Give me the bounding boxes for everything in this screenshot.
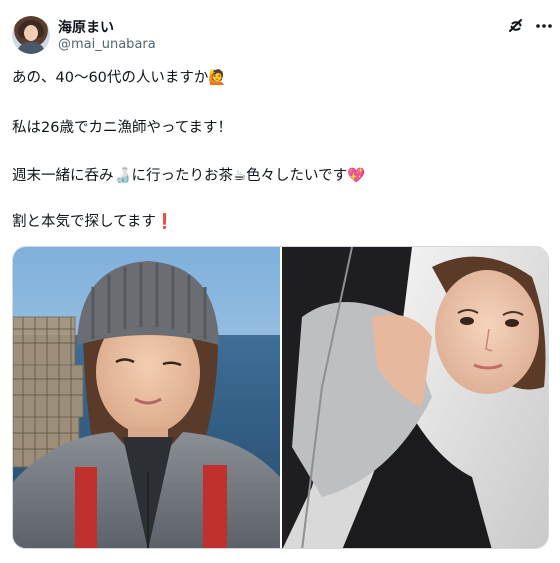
post-line: 私は26歳でカニ漁師やってます！ [12, 120, 232, 136]
avatar-face [24, 25, 38, 41]
post-card: 海原まい @mai_unabara あの、40〜60代の人いますか🙋 私は26歳… [0, 0, 560, 563]
grok-icon[interactable] [506, 16, 526, 36]
post-line: あの、40〜60代の人いますか🙋 [12, 70, 227, 86]
post-line: 週末一緒に呑み🍶に行ったりお茶☕色々したいです💖 [12, 168, 366, 184]
post-photo-boat-selfie[interactable] [13, 247, 280, 548]
photo-illustration [13, 247, 280, 548]
author-handle[interactable]: @mai_unabara [58, 37, 156, 52]
author-avatar[interactable] [12, 16, 50, 54]
post-media [12, 246, 549, 549]
author-display-name[interactable]: 海原まい [58, 17, 114, 37]
post-photo-pillow-selfie[interactable] [282, 247, 548, 548]
photo-illustration [282, 247, 548, 548]
more-options-icon[interactable] [534, 16, 554, 36]
post-line: 割と本気で探してます❗ [12, 214, 174, 230]
avatar-body [17, 42, 45, 54]
